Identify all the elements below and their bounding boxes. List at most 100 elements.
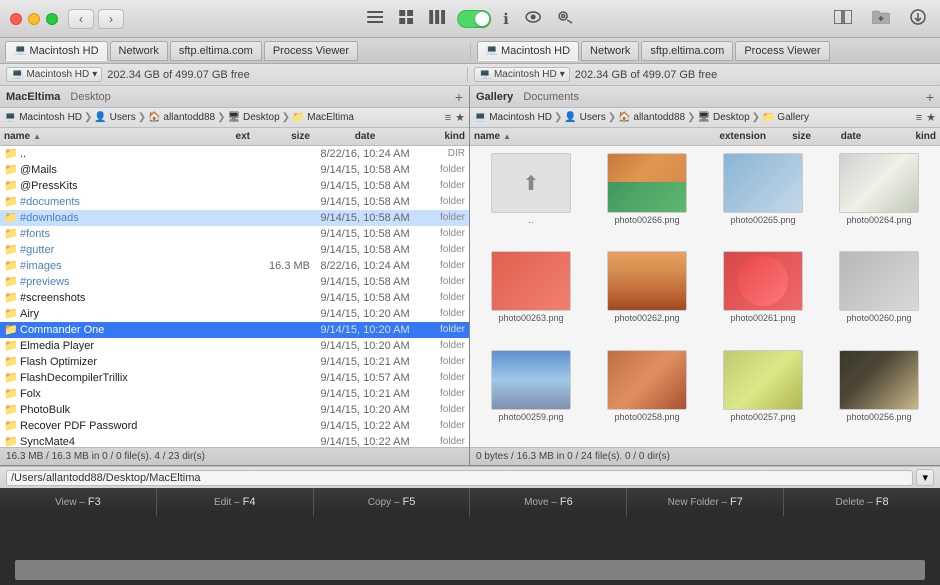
path-input[interactable] bbox=[6, 470, 913, 486]
maximize-button[interactable] bbox=[46, 13, 58, 25]
gallery-grid[interactable]: ⬆ .. photo00266.png photo00265.png photo… bbox=[470, 146, 940, 447]
file-name: Elmedia Player bbox=[20, 340, 215, 352]
col-ext-header[interactable]: ext bbox=[215, 131, 250, 142]
gallery-item[interactable]: photo00261.png bbox=[706, 248, 820, 344]
file-row[interactable]: 📁 Elmedia Player 9/14/15, 10:20 AM folde… bbox=[0, 338, 469, 354]
fn-move-button[interactable]: Move – F6 bbox=[470, 488, 627, 516]
gallery-item[interactable]: photo00259.png bbox=[474, 347, 588, 443]
bc-r-allantodd[interactable]: 🏠 allantodd88 bbox=[618, 112, 685, 123]
bc-r-desktop[interactable]: 🖥 Desktop bbox=[698, 112, 750, 123]
disk-selector-right[interactable]: 💻 Macintosh HD ▾ bbox=[474, 67, 570, 82]
file-row[interactable]: 📁 FlashDecompilerTrillix 9/14/15, 10:57 … bbox=[0, 370, 469, 386]
file-row[interactable]: 📁 Commander One 9/14/15, 10:20 AM folder bbox=[0, 322, 469, 338]
gallery-item[interactable]: photo00256.png bbox=[822, 347, 936, 443]
file-row[interactable]: 📁 .. 8/22/16, 10:24 AM DIR bbox=[0, 146, 469, 162]
file-name: FlashDecompilerTrillix bbox=[20, 372, 215, 384]
bc-desktop[interactable]: 🖥 Desktop bbox=[228, 112, 280, 123]
gallery-item[interactable]: photo00257.png bbox=[706, 347, 820, 443]
eye-button[interactable] bbox=[521, 8, 545, 29]
bc-r-users[interactable]: 👤 Users bbox=[564, 112, 605, 123]
disk-selector-left[interactable]: 💻 Macintosh HD ▾ bbox=[6, 67, 102, 82]
gallery-item[interactable]: photo00262.png bbox=[590, 248, 704, 344]
toggle-switch[interactable] bbox=[457, 10, 491, 28]
tab-macintosh-hd-right[interactable]: 💻 Macintosh HD bbox=[477, 41, 580, 61]
list-view-button[interactable] bbox=[363, 8, 387, 29]
column-view-button[interactable] bbox=[395, 8, 417, 30]
bc-star[interactable]: ★ bbox=[455, 111, 465, 124]
file-row[interactable]: 📁 Flash Optimizer 9/14/15, 10:21 AM fold… bbox=[0, 354, 469, 370]
nav-back-button[interactable]: ‹ bbox=[68, 9, 94, 29]
download-button[interactable] bbox=[906, 7, 930, 31]
icon-view-button[interactable] bbox=[425, 8, 449, 30]
r-col-name-header[interactable]: name ▲ bbox=[474, 131, 711, 142]
nav-buttons: ‹ › bbox=[68, 9, 124, 29]
new-folder-toolbar-button[interactable] bbox=[868, 8, 894, 30]
bc-r-macintosh[interactable]: 💻 Macintosh HD bbox=[474, 112, 552, 123]
search-button[interactable] bbox=[553, 8, 577, 30]
tab-sftp-left[interactable]: sftp.eltima.com bbox=[170, 41, 262, 61]
file-row[interactable]: 📁 #fonts 9/14/15, 10:58 AM folder bbox=[0, 226, 469, 242]
file-icon: 📁 bbox=[4, 435, 18, 447]
gallery-item[interactable]: photo00258.png bbox=[590, 347, 704, 443]
file-row[interactable]: 📁 Airy 9/14/15, 10:20 AM folder bbox=[0, 306, 469, 322]
path-go-button[interactable]: ▾ bbox=[916, 469, 934, 486]
nav-forward-button[interactable]: › bbox=[98, 9, 124, 29]
file-kind: folder bbox=[420, 340, 465, 351]
col-size-header[interactable]: size bbox=[250, 131, 310, 142]
minimize-button[interactable] bbox=[28, 13, 40, 25]
file-row[interactable]: 📁 SyncMate4 9/14/15, 10:22 AM folder bbox=[0, 434, 469, 447]
right-panel-header: Gallery Documents + bbox=[470, 86, 940, 108]
bc-maceltima[interactable]: 📁 MacEltima bbox=[292, 112, 354, 123]
bc-allantodd[interactable]: 🏠 allantodd88 bbox=[148, 112, 215, 123]
tab-network-left[interactable]: Network bbox=[110, 41, 168, 61]
r-col-size-header[interactable]: size bbox=[766, 131, 811, 142]
gallery-item[interactable]: photo00264.png bbox=[822, 150, 936, 246]
col-kind-header[interactable]: kind bbox=[420, 131, 465, 142]
left-panel-add-button[interactable]: + bbox=[455, 89, 463, 105]
file-icon: 📁 bbox=[4, 323, 18, 336]
bc-r-star[interactable]: ★ bbox=[926, 111, 936, 124]
close-button[interactable] bbox=[10, 13, 22, 25]
fn-view-button[interactable]: View – F3 bbox=[0, 488, 157, 516]
col-name-header[interactable]: name ▲ bbox=[4, 131, 215, 142]
fn-copy-button[interactable]: Copy – F5 bbox=[314, 488, 471, 516]
r-col-ext-header[interactable]: extension bbox=[711, 131, 766, 142]
gallery-item[interactable]: photo00265.png bbox=[706, 150, 820, 246]
bc-macintosh[interactable]: 💻 Macintosh HD bbox=[4, 112, 82, 123]
tab-process-left[interactable]: Process Viewer bbox=[264, 41, 358, 61]
file-row[interactable]: 📁 #documents 9/14/15, 10:58 AM folder bbox=[0, 194, 469, 210]
fn-delete-button[interactable]: Delete – F8 bbox=[784, 488, 940, 516]
r-col-date-header[interactable]: date bbox=[811, 131, 891, 142]
gallery-item[interactable]: photo00266.png bbox=[590, 150, 704, 246]
tab-process-right[interactable]: Process Viewer bbox=[735, 41, 829, 61]
col-date-header[interactable]: date bbox=[310, 131, 420, 142]
info-button[interactable]: ℹ bbox=[499, 8, 513, 30]
fn-edit-button[interactable]: Edit – F4 bbox=[157, 488, 314, 516]
r-col-kind-header[interactable]: kind bbox=[891, 131, 936, 142]
col-name-label: name bbox=[4, 131, 30, 142]
file-row[interactable]: 📁 #downloads 9/14/15, 10:58 AM folder bbox=[0, 210, 469, 226]
gallery-item[interactable]: photo00263.png bbox=[474, 248, 588, 344]
file-row[interactable]: 📁 #gutter 9/14/15, 10:58 AM folder bbox=[0, 242, 469, 258]
bc-r-gallery[interactable]: 📁 Gallery bbox=[762, 112, 809, 123]
panel-toggle-button[interactable] bbox=[830, 8, 856, 30]
right-panel-add-button[interactable]: + bbox=[926, 89, 934, 105]
bc-r-view-toggle[interactable]: ≡ bbox=[916, 111, 922, 124]
file-row[interactable]: 📁 Recover PDF Password 9/14/15, 10:22 AM… bbox=[0, 418, 469, 434]
file-row[interactable]: 📁 @PressKits 9/14/15, 10:58 AM folder bbox=[0, 178, 469, 194]
file-row[interactable]: 📁 PhotoBulk 9/14/15, 10:20 AM folder bbox=[0, 402, 469, 418]
fn-newfolder-button[interactable]: New Folder – F7 bbox=[627, 488, 784, 516]
file-row[interactable]: 📁 @Mails 9/14/15, 10:58 AM folder bbox=[0, 162, 469, 178]
tab-macintosh-hd-left[interactable]: 💻 Macintosh HD bbox=[5, 41, 108, 61]
file-row[interactable]: 📁 #previews 9/14/15, 10:58 AM folder bbox=[0, 274, 469, 290]
file-row[interactable]: 📁 Folx 9/14/15, 10:21 AM folder bbox=[0, 386, 469, 402]
tab-sftp-right[interactable]: sftp.eltima.com bbox=[641, 41, 733, 61]
bc-view-toggle[interactable]: ≡ bbox=[445, 111, 451, 124]
tab-network-right[interactable]: Network bbox=[581, 41, 639, 61]
bc-users[interactable]: 👤 Users bbox=[94, 112, 135, 123]
file-row[interactable]: 📁 #images 16.3 MB 8/22/16, 10:24 AM fold… bbox=[0, 258, 469, 274]
file-row[interactable]: 📁 #screenshots 9/14/15, 10:58 AM folder bbox=[0, 290, 469, 306]
left-file-list[interactable]: 📁 .. 8/22/16, 10:24 AM DIR 📁 @Mails 9/14… bbox=[0, 146, 469, 447]
gallery-item[interactable]: ⬆ .. bbox=[474, 150, 588, 246]
gallery-item[interactable]: photo00260.png bbox=[822, 248, 936, 344]
